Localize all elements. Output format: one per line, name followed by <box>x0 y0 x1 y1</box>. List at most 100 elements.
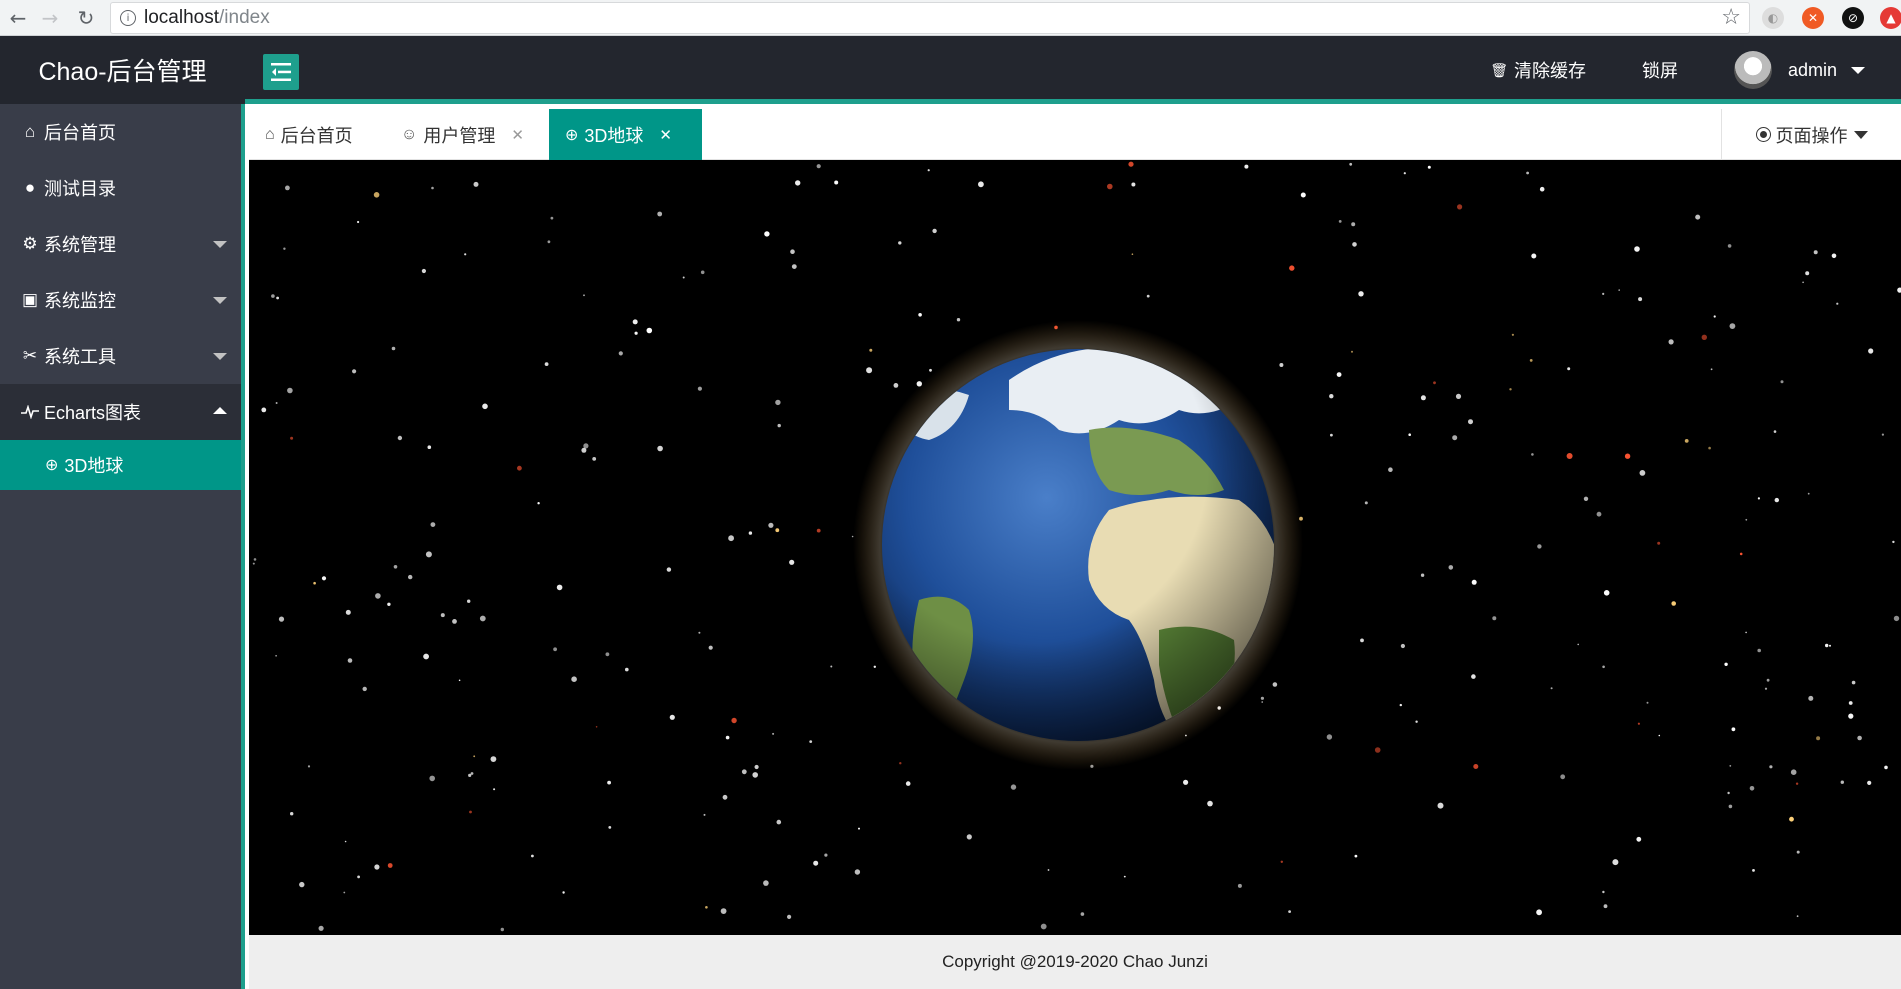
sidebar-item-monitor[interactable]: ▣ 系统监控 <box>0 272 241 328</box>
sidebar-subitem-3d-globe[interactable]: ⊕ 3D地球 <box>0 440 241 490</box>
user-menu[interactable]: admin <box>1706 36 1901 104</box>
star <box>1420 573 1425 577</box>
menu-fold-icon[interactable] <box>263 54 299 90</box>
star <box>1708 446 1711 450</box>
sidebar-item-echarts[interactable]: Echarts图表 <box>0 384 241 440</box>
star-icon[interactable]: ☆ <box>1721 5 1741 30</box>
star <box>834 180 839 185</box>
star <box>776 819 782 825</box>
target-icon <box>1755 127 1771 142</box>
star <box>1358 291 1364 297</box>
star <box>816 528 821 533</box>
extension-icon[interactable]: ✕ <box>1802 7 1824 29</box>
home-icon: ⌂ <box>265 125 275 143</box>
star <box>1701 334 1708 340</box>
back-icon[interactable]: ← <box>4 4 32 32</box>
star <box>1107 183 1113 190</box>
sidebar-item-label: 后台首页 <box>44 123 116 143</box>
star <box>252 562 255 565</box>
extension-icon[interactable]: ⊘ <box>1842 7 1864 29</box>
star <box>345 609 351 615</box>
star <box>387 602 391 606</box>
star <box>1857 735 1862 741</box>
star <box>1795 782 1799 785</box>
url-text[interactable]: localhost/index <box>144 7 270 29</box>
star <box>858 827 860 830</box>
star <box>763 880 769 886</box>
trash-icon: 🗑 <box>1490 61 1508 78</box>
star <box>682 276 685 279</box>
star <box>1280 860 1284 863</box>
star <box>1813 250 1818 255</box>
star <box>816 164 821 169</box>
sidebar-item-tools[interactable]: ✂ 系统工具 <box>0 328 241 384</box>
chevron-down-icon <box>213 241 227 248</box>
star <box>1567 367 1571 371</box>
star <box>1207 800 1213 807</box>
pulse-icon <box>20 405 40 419</box>
star <box>275 655 277 657</box>
address-bar[interactable]: i localhost/index ☆ <box>110 2 1750 34</box>
star <box>1437 802 1444 809</box>
star <box>1713 315 1716 318</box>
star <box>899 762 902 765</box>
star <box>261 407 267 413</box>
star <box>1123 875 1126 878</box>
lock-screen-button[interactable]: 锁屏 <box>1614 36 1706 104</box>
star <box>1893 615 1900 622</box>
reload-icon[interactable]: ↻ <box>72 4 100 32</box>
star <box>1816 736 1821 741</box>
sidebar-item-home[interactable]: ⌂ 后台首页 <box>0 104 241 160</box>
star <box>1636 836 1642 842</box>
star <box>708 645 713 650</box>
star <box>1403 172 1406 175</box>
star <box>467 599 471 603</box>
star <box>1354 854 1358 858</box>
star <box>583 443 589 449</box>
star <box>918 313 922 317</box>
close-icon[interactable]: ✕ <box>659 126 672 144</box>
info-icon[interactable]: i <box>120 10 136 26</box>
chevron-down-icon <box>1851 66 1865 74</box>
star <box>1729 765 1732 767</box>
star <box>1260 696 1264 700</box>
close-icon[interactable]: ✕ <box>511 126 524 144</box>
sidebar: ⌂ 后台首页 ● 测试目录 ⚙ 系统管理 ▣ 系统监控 ✂ 系统工具 Echar… <box>0 104 245 989</box>
star <box>1764 687 1768 690</box>
page-operations-dropdown[interactable]: 页面操作 <box>1721 109 1901 160</box>
tab-user-management[interactable]: ☺ 用户管理 ✕ <box>385 109 540 160</box>
star <box>634 331 638 335</box>
extension-icon[interactable]: ◐ <box>1762 7 1784 29</box>
star <box>1603 590 1610 596</box>
browser-toolbar: ← → ↻ i localhost/index ☆ ◐ ✕ ⊘ ▲ <box>0 0 1901 36</box>
star <box>391 346 396 351</box>
star <box>278 616 285 622</box>
star <box>344 840 347 843</box>
clear-cache-button[interactable]: 🗑 清除缓存 <box>1462 36 1614 104</box>
star <box>318 925 324 931</box>
star <box>1829 644 1831 647</box>
forward-icon[interactable]: → <box>36 4 64 32</box>
star <box>1808 695 1814 701</box>
user-icon: ☺ <box>401 125 418 143</box>
tab-home[interactable]: ⌂ 后台首页 <box>249 109 369 160</box>
sidebar-item-system[interactable]: ⚙ 系统管理 <box>0 216 241 272</box>
star <box>556 584 563 591</box>
star <box>1237 883 1242 888</box>
star <box>430 522 436 527</box>
extension-icon[interactable]: ▲ <box>1880 7 1901 29</box>
star <box>1668 339 1674 345</box>
sidebar-item-test[interactable]: ● 测试目录 <box>0 160 241 216</box>
star <box>1892 540 1895 544</box>
star <box>1739 552 1743 556</box>
star <box>1352 242 1357 247</box>
star <box>795 180 801 186</box>
tab-3d-globe[interactable]: ⊕ 3D地球 ✕ <box>549 109 702 160</box>
star <box>1537 544 1542 549</box>
star <box>768 522 774 528</box>
globe-canvas[interactable] <box>249 160 1901 935</box>
sidebar-subitem-label: 3D地球 <box>64 456 124 476</box>
star <box>1851 680 1856 685</box>
star <box>468 773 472 778</box>
globe-view[interactable] <box>249 160 1901 935</box>
